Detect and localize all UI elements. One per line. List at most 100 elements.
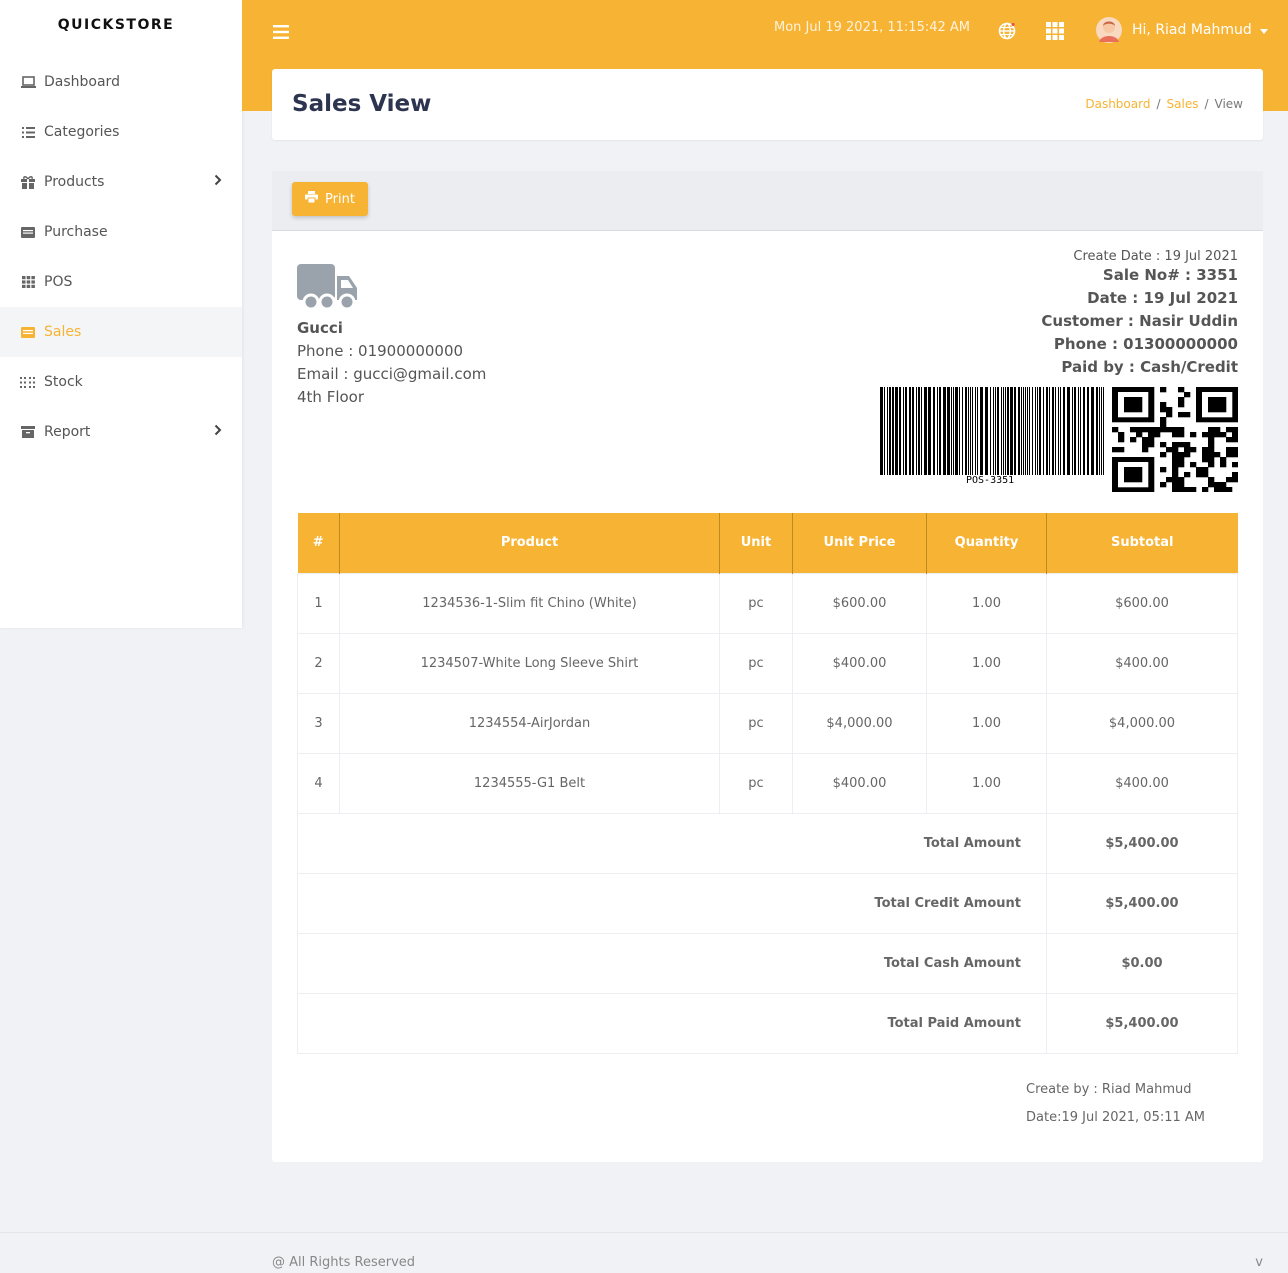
sidebar-item-label: Sales bbox=[44, 324, 82, 340]
page-title: Sales View bbox=[292, 91, 432, 117]
company-email: Email : gucci@gmail.com bbox=[297, 365, 487, 383]
column-header: Unit Price bbox=[792, 513, 927, 573]
barcode-text: POS-3351 bbox=[966, 475, 1015, 486]
truck-icon bbox=[297, 264, 359, 316]
sidebar-item-stock[interactable]: Stock bbox=[0, 357, 242, 407]
customer-name: Customer : Nasir Uddin bbox=[1041, 312, 1238, 330]
sidebar-item-categories[interactable]: Categories bbox=[0, 107, 242, 157]
sale-number: Sale No# : 3351 bbox=[1102, 266, 1238, 284]
table-cell: pc bbox=[719, 632, 793, 693]
codes-area: POS-3351 bbox=[880, 387, 1238, 493]
sidebar-item-report[interactable]: Report bbox=[0, 407, 242, 457]
sale-info: Create Date : 19 Jul 2021 Sale No# : 335… bbox=[1041, 249, 1238, 376]
caret-down-icon bbox=[1259, 22, 1268, 38]
sidebar-item-dashboard[interactable]: Dashboard bbox=[0, 57, 242, 107]
sidebar-item-purchase[interactable]: Purchase bbox=[0, 207, 242, 257]
sidebar-item-sales[interactable]: Sales bbox=[0, 307, 242, 357]
table-cell: $400.00 bbox=[1046, 632, 1238, 693]
table-cell: $600.00 bbox=[1046, 572, 1238, 633]
sidebar-item-label: POS bbox=[44, 274, 73, 290]
table-cell: 3 bbox=[297, 692, 340, 753]
total-value: $5,400.00 bbox=[1046, 992, 1238, 1054]
table-cell: 1234507-White Long Sleeve Shirt bbox=[339, 632, 720, 693]
company-info: Gucci Phone : 01900000000 Email : gucci@… bbox=[297, 264, 486, 406]
create-date: Create Date : 19 Jul 2021 bbox=[1073, 249, 1238, 264]
table-cell: 2 bbox=[297, 632, 340, 693]
table-cell: 1234536-1-Slim fit Chino (White) bbox=[339, 572, 720, 633]
company-name: Gucci bbox=[297, 319, 343, 337]
laptop-icon bbox=[20, 74, 36, 90]
chevron-right-icon bbox=[214, 174, 222, 190]
sidebar-nav: Dashboard Categories Products Purchase P… bbox=[0, 57, 242, 457]
table-row: 1 1234536-1-Slim fit Chino (White) pc $6… bbox=[297, 572, 1238, 633]
list-icon bbox=[20, 124, 36, 140]
breadcrumb: Dashboard / Sales / View bbox=[1085, 97, 1243, 111]
sidebar-item-pos[interactable]: POS bbox=[0, 257, 242, 307]
total-value: $0.00 bbox=[1046, 932, 1238, 993]
table-cell: $4,000.00 bbox=[1046, 692, 1238, 753]
qr-code bbox=[1112, 387, 1238, 492]
breadcrumb-current: View bbox=[1214, 97, 1243, 111]
table-row: 2 1234507-White Long Sleeve Shirt pc $40… bbox=[297, 632, 1238, 693]
avatar bbox=[1095, 16, 1123, 44]
table-cell: 1234554-AirJordan bbox=[339, 692, 720, 753]
sidebar-item-label: Stock bbox=[44, 374, 83, 390]
brand-logo[interactable]: QUICKSTORE bbox=[0, 0, 242, 50]
user-greeting: Hi, Riad Mahmud bbox=[1132, 22, 1252, 38]
copyright-text: @ All Rights Reserved bbox=[272, 1255, 416, 1270]
print-button-label: Print bbox=[325, 191, 355, 207]
sidebar-item-label: Dashboard bbox=[44, 74, 120, 90]
dots-grid-icon bbox=[20, 374, 36, 390]
hamburger-menu-icon[interactable] bbox=[273, 24, 289, 43]
table-row: 3 1234554-AirJordan pc $4,000.00 1.00 $4… bbox=[297, 692, 1238, 753]
total-value: $5,400.00 bbox=[1046, 812, 1238, 873]
sales-invoice-card: Print Gucci Phone : 01900000000 Email : … bbox=[272, 171, 1263, 1162]
print-button[interactable]: Print bbox=[292, 182, 368, 216]
table-header-row: # Product Unit Unit Price Quantity Subto… bbox=[297, 513, 1238, 573]
sidebar-item-label: Categories bbox=[44, 124, 120, 140]
table-cell: 1.00 bbox=[926, 752, 1047, 813]
table-cell: $600.00 bbox=[792, 572, 927, 633]
sales-items-table: # Product Unit Unit Price Quantity Subto… bbox=[297, 513, 1238, 1054]
archive-icon bbox=[20, 424, 36, 440]
company-phone: Phone : 01900000000 bbox=[297, 342, 464, 360]
column-header: Subtotal bbox=[1046, 513, 1238, 573]
user-menu[interactable]: Hi, Riad Mahmud bbox=[1095, 16, 1268, 44]
apps-grid-icon[interactable] bbox=[1046, 22, 1064, 44]
total-row: Total Credit Amount $5,400.00 bbox=[297, 872, 1238, 933]
table-cell: 1 bbox=[297, 572, 340, 633]
table-cell: pc bbox=[719, 572, 793, 633]
table-cell: $4,000.00 bbox=[792, 692, 927, 753]
table-cell: $400.00 bbox=[792, 632, 927, 693]
breadcrumb-sales[interactable]: Sales bbox=[1167, 97, 1199, 111]
created-by: Create by : Riad Mahmud bbox=[1026, 1082, 1192, 1097]
table-cell: 1.00 bbox=[926, 572, 1047, 633]
table-cell: pc bbox=[719, 692, 793, 753]
sidebar-item-products[interactable]: Products bbox=[0, 157, 242, 207]
breadcrumb-separator: / bbox=[1156, 97, 1161, 111]
breadcrumb-dashboard[interactable]: Dashboard bbox=[1085, 97, 1150, 111]
chevron-right-icon bbox=[214, 424, 222, 440]
customer-phone: Phone : 01300000000 bbox=[1053, 335, 1238, 353]
total-label: Total Cash Amount bbox=[297, 932, 1047, 993]
card-icon bbox=[20, 224, 36, 240]
table-cell: 1234555-G1 Belt bbox=[339, 752, 720, 813]
total-label: Total Credit Amount bbox=[297, 872, 1047, 933]
column-header: Product bbox=[339, 513, 720, 573]
paid-by: Paid by : Cash/Credit bbox=[1061, 358, 1238, 376]
total-label: Total Paid Amount bbox=[297, 992, 1047, 1054]
globe-icon[interactable] bbox=[998, 22, 1016, 44]
total-row: Total Paid Amount $5,400.00 bbox=[297, 992, 1238, 1054]
sidebar-item-label: Report bbox=[44, 424, 91, 440]
version-text: v bbox=[1255, 1255, 1263, 1270]
sidebar-item-label: Products bbox=[44, 174, 105, 190]
column-header: Quantity bbox=[926, 513, 1047, 573]
breadcrumb-separator: / bbox=[1204, 97, 1209, 111]
column-header: Unit bbox=[719, 513, 793, 573]
card-toolbar: Print bbox=[272, 171, 1263, 231]
money-icon bbox=[20, 324, 36, 340]
column-header: # bbox=[297, 513, 340, 573]
created-by-info: Create by : Riad Mahmud Date:19 Jul 2021… bbox=[1026, 1076, 1205, 1132]
page-footer: @ All Rights Reserved v bbox=[0, 1232, 1288, 1273]
page-header-card: Sales View Dashboard / Sales / View bbox=[272, 69, 1263, 140]
